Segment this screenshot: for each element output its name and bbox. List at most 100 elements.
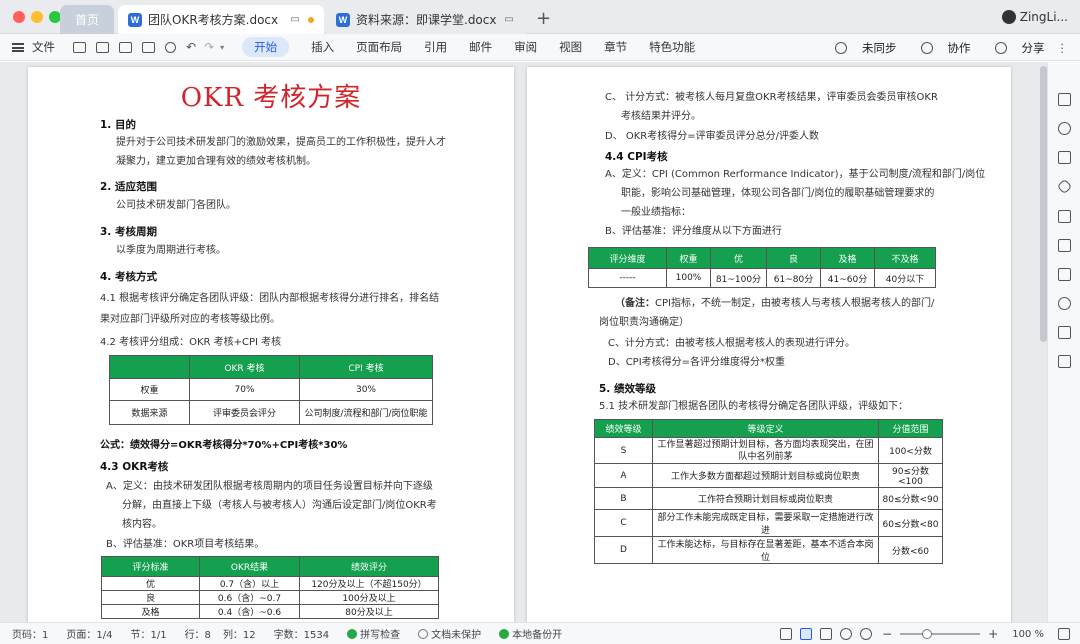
tab-features[interactable]: 特色功能 xyxy=(649,39,695,55)
user-account[interactable]: ZingLi... xyxy=(1001,10,1068,24)
local-backup-toggle[interactable]: 本地备份开 xyxy=(499,626,562,641)
table-cell: 0.4（含）~0.6 xyxy=(199,604,300,619)
paragraph: D、 OKR考核得分=评审委员评分总分/评委人数 xyxy=(605,131,820,142)
table-header: 权重 xyxy=(666,247,711,269)
image-icon[interactable] xyxy=(1058,326,1071,339)
tab-mailings[interactable]: 邮件 xyxy=(469,39,492,55)
section-heading: 3. 考核周期 xyxy=(100,226,157,238)
outline-view-icon[interactable] xyxy=(820,628,833,640)
redo-icon[interactable]: ↷ xyxy=(204,40,214,54)
file-menu-button[interactable]: 文件 xyxy=(12,39,55,55)
zoom-level[interactable]: 100 % xyxy=(1012,629,1044,640)
new-tab-icon[interactable]: + xyxy=(536,8,551,29)
close-window-button[interactable] xyxy=(13,11,25,23)
eye-protection-icon[interactable] xyxy=(860,628,873,640)
hexagon-icon[interactable] xyxy=(1056,178,1073,195)
document-protection-toggle[interactable]: 文档未保护 xyxy=(418,626,481,641)
history-icon[interactable] xyxy=(1058,297,1071,310)
paragraph: A、定义：由技术研发团队根据考核周期内的项目任务设置目标并向下逐级 xyxy=(106,481,433,492)
sync-label: 未同步 xyxy=(862,40,897,55)
save-icon[interactable] xyxy=(96,41,109,53)
table-cell: 数据来源 xyxy=(109,400,190,425)
paragraph: 4.2 考核评分组成：OKR 考核+CPI 考核 xyxy=(100,337,282,348)
share-button[interactable]: 分享 xyxy=(983,40,1045,56)
collab-button[interactable]: 协作 xyxy=(909,40,971,56)
spell-check-toggle[interactable]: 拼写检查 xyxy=(347,626,400,641)
table-cell: D xyxy=(594,536,653,564)
document-area[interactable]: OKR 考核方案 1. 目的 提升对于公司技术研发部门的激励效果，提高员工的工作… xyxy=(0,62,1047,622)
table-cell: 部分工作未能完成既定目标，需要采取一定措施进行改进 xyxy=(652,509,879,537)
paragraph: 4.1 根据考核评分确定各团队评级：团队内部根据考核得分进行排名，排名结 xyxy=(100,293,440,304)
table-cell: 30% xyxy=(299,378,433,401)
tab-document-source[interactable]: W 资料来源：即课学堂.docx ▭ xyxy=(326,5,526,34)
word-doc-icon: W xyxy=(128,12,142,27)
paragraph: 5.1 技术研发部门根据各团队的考核得分确定各团队评级，评级如下： xyxy=(599,401,909,412)
print-preview-icon[interactable] xyxy=(165,41,176,53)
zoom-out-button[interactable]: − xyxy=(882,627,892,641)
section-heading: 4. 考核方式 xyxy=(100,271,157,283)
web-view-icon[interactable] xyxy=(840,628,853,640)
vertical-scrollbar[interactable] xyxy=(1040,66,1047,342)
sync-button[interactable]: 未同步 xyxy=(823,40,897,56)
status-page-number[interactable]: 页码：1 xyxy=(12,626,48,641)
focus-mode-icon[interactable] xyxy=(780,628,793,640)
lock-icon[interactable] xyxy=(1058,239,1071,252)
paragraph: A、定义：CPI (Common Rerformance Indicator)，… xyxy=(605,169,986,180)
cursor-icon[interactable] xyxy=(1058,210,1071,223)
table-cell: 工作大多数方面都超过预期计划目标或岗位职责 xyxy=(652,463,879,488)
share-icon xyxy=(994,41,1007,54)
table-cell: B xyxy=(594,487,653,510)
minimize-window-button[interactable] xyxy=(31,11,43,23)
table-cell: 81~100分 xyxy=(710,268,767,288)
table-cell: 60≤分数<80 xyxy=(878,509,943,537)
status-word-count[interactable]: 字数：1534 xyxy=(274,626,329,641)
fullscreen-icon[interactable] xyxy=(1058,628,1070,640)
table-cell: 41~60分 xyxy=(820,268,875,288)
table-row: B 工作符合预期计划目标或岗位职责 80≤分数<90 xyxy=(594,487,943,510)
section-heading: 4.4 CPI考核 xyxy=(605,151,668,163)
paragraph: B、评估基准：OKR项目考核结果。 xyxy=(106,539,265,550)
tab-review[interactable]: 审阅 xyxy=(514,39,537,55)
hamburger-icon xyxy=(12,42,24,52)
table-cell: 80≤分数<90 xyxy=(878,487,943,510)
zoom-slider[interactable] xyxy=(900,629,981,639)
notes-icon[interactable] xyxy=(1058,355,1071,368)
table-cell: S xyxy=(594,437,653,464)
tab-start[interactable]: 开始 xyxy=(242,37,290,57)
table-cell: 公司制度/流程和部门/岗位职能 xyxy=(299,400,433,425)
tab-insert[interactable]: 插入 xyxy=(311,39,334,55)
note-text: CPI指标，不统一制定，由被考核人与考核人根据考核人的部门/ xyxy=(655,298,935,309)
export-pdf-icon[interactable] xyxy=(119,41,132,53)
table-row: 及格 0.4（含）~0.6 80分及以上 xyxy=(101,604,439,619)
edit-icon[interactable] xyxy=(1058,93,1071,106)
status-pages[interactable]: 页面：1/4 xyxy=(66,626,112,641)
tab-page-layout[interactable]: 页面布局 xyxy=(356,39,402,55)
page-view-icon[interactable] xyxy=(800,628,813,640)
chevron-down-icon[interactable]: ▾ xyxy=(220,43,224,52)
tab-comment-icon[interactable]: ▭ xyxy=(502,13,516,27)
zoom-slider-handle[interactable] xyxy=(922,629,933,639)
table-cell: 优 xyxy=(101,576,200,591)
undo-icon[interactable]: ↶ xyxy=(186,40,196,54)
tab-references[interactable]: 引用 xyxy=(424,39,447,55)
tab-view[interactable]: 视图 xyxy=(559,39,582,55)
document-icon[interactable] xyxy=(1058,151,1071,164)
tab-home[interactable]: 首页 xyxy=(60,5,114,34)
document-page-2[interactable]: C、 计分方式：被考核人每月复盘OKR考核结果，评审委员会委员审核OKR 考核结… xyxy=(527,67,1011,622)
table-header: 分值范围 xyxy=(878,419,943,438)
more-icon[interactable]: ⋮ xyxy=(1057,41,1069,55)
table-row: 良 0.6（含）~0.7 100分及以上 xyxy=(101,590,439,605)
sliders-icon[interactable] xyxy=(1058,268,1071,281)
tab-comment-icon[interactable]: ▭ xyxy=(288,13,302,27)
menu-right-group: 未同步 协作 分享 ⋮ xyxy=(811,34,1068,61)
table-header: 不及格 xyxy=(874,247,936,269)
tab-chapter[interactable]: 章节 xyxy=(604,39,627,55)
table-header: 优 xyxy=(710,247,767,269)
open-folder-icon[interactable] xyxy=(73,41,86,53)
print-icon[interactable] xyxy=(142,41,155,53)
zoom-in-button[interactable]: + xyxy=(988,627,998,641)
table-row: A 工作大多数方面都超过预期计划目标或岗位职责 90≤分数<100 xyxy=(594,463,943,488)
tab-document-okr[interactable]: W 团队OKR考核方案.docx ▭ xyxy=(118,5,324,34)
shapes-icon[interactable] xyxy=(1058,122,1071,135)
document-page-1[interactable]: OKR 考核方案 1. 目的 提升对于公司技术研发部门的激励效果，提高员工的工作… xyxy=(28,67,514,622)
